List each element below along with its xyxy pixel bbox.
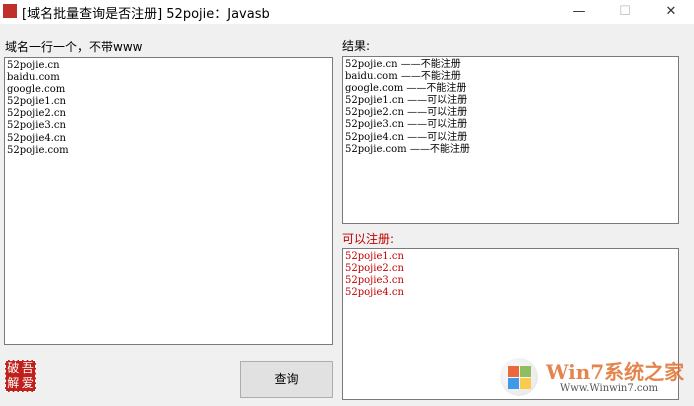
52pojie-logo: 破 吾 解 爱 [5, 360, 36, 392]
text-line: 52pojie3.cn [7, 120, 66, 132]
text-line: google.com ——不能注册 [345, 83, 467, 95]
app-icon [3, 4, 17, 18]
maximize-button[interactable]: ☐ [602, 0, 648, 24]
text-line: 52pojie4.cn ——可以注册 [345, 131, 468, 143]
available-label: 可以注册: [342, 232, 395, 246]
minimize-button[interactable]: — [556, 0, 602, 24]
logo-char: 破 [7, 361, 20, 375]
text-line: 52pojie.cn [7, 60, 60, 71]
text-line: 52pojie1.cn [345, 251, 404, 262]
logo-char: 爱 [21, 376, 34, 390]
text-line: 52pojie4.cn [7, 132, 66, 144]
logo-char: 解 [7, 376, 20, 390]
text-line: 52pojie1.cn ——可以注册 [345, 95, 468, 107]
text-line: google.com [7, 84, 66, 96]
window-title: [域名批量查询是否注册] 52pojie：Javasb [22, 7, 270, 22]
logo-char: 吾 [21, 361, 34, 375]
text-line: 52pojie2.cn [7, 108, 66, 120]
windows-logo-icon [500, 358, 538, 396]
watermark-brand: Win7系统之家 [546, 360, 685, 384]
text-line: 52pojie1.cn [7, 96, 66, 108]
text-line: 52pojie2.cn ——可以注册 [345, 107, 468, 119]
watermark-url: Www.Winwin7.com [560, 383, 658, 394]
results-label: 结果: [342, 39, 371, 53]
text-line: 52pojie2.cn [345, 263, 404, 275]
input-label: 域名一行一个，不带www [5, 40, 143, 54]
text-line: 52pojie.com ——不能注册 [345, 143, 470, 155]
text-line: 52pojie4.cn [345, 287, 404, 299]
text-line: 52pojie.cn ——不能注册 [345, 59, 461, 70]
title-bar: [域名批量查询是否注册] 52pojie：Javasb — ☐ ✕ [0, 0, 694, 24]
results-output[interactable]: 52pojie.cn ——不能注册 baidu.com ——不能注册 google.… [342, 56, 679, 224]
text-line: baidu.com [7, 72, 60, 84]
text-line: 52pojie3.cn ——可以注册 [345, 119, 468, 131]
domain-input[interactable]: 52pojie.cn baidu.com google.com 52pojie1.cn… [4, 57, 333, 345]
text-line: 52pojie.com [7, 144, 69, 156]
text-line: baidu.com ——不能注册 [345, 71, 461, 83]
query-button[interactable]: 查询 [240, 361, 333, 398]
close-button[interactable]: ✕ [648, 0, 694, 24]
watermark: Win7系统之家 Www.Winwin7.com [500, 356, 690, 404]
text-line: 52pojie3.cn [345, 275, 404, 287]
